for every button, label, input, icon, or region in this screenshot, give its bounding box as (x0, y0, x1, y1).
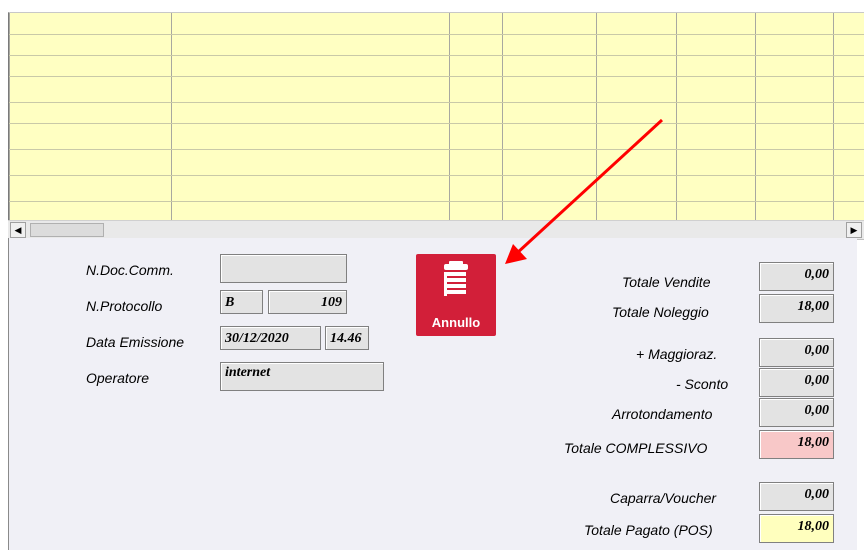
grid-row-divider (9, 149, 864, 150)
totale-pagato-label: Totale Pagato (POS) (584, 522, 713, 538)
data-emissione-time-field[interactable]: 14.46 (325, 326, 369, 350)
nprot-number-field[interactable]: 109 (268, 290, 347, 314)
grid-column-divider (171, 13, 172, 221)
grid-row-divider (9, 34, 864, 35)
totale-complessivo-label: Totale COMPLESSIVO (564, 440, 708, 456)
grid-column-divider (676, 13, 677, 221)
ndoc-field[interactable] (220, 254, 347, 283)
scroll-left-arrow-icon[interactable]: ◀ (10, 222, 26, 238)
grid-column-divider (833, 13, 834, 221)
annullo-button[interactable]: Annullo (416, 254, 496, 336)
nprot-label: N.Protocollo (86, 298, 163, 314)
grid-row-divider (9, 123, 864, 124)
grid-column-divider (9, 13, 10, 221)
trash-icon (444, 261, 468, 296)
data-emissione-label: Data Emissione (86, 334, 185, 350)
grid-column-divider (755, 13, 756, 221)
grid-row-divider (9, 55, 864, 56)
sconto-field: 0,00 (759, 368, 834, 397)
arrotondamento-field: 0,00 (759, 398, 834, 427)
totale-pagato-field[interactable]: 18,00 (759, 514, 834, 543)
grid-row-divider (9, 201, 864, 202)
grid-row-divider (9, 76, 864, 77)
totale-vendite-field: 0,00 (759, 262, 834, 291)
totale-noleggio-field: 18,00 (759, 294, 834, 323)
nprot-series-field[interactable]: B (220, 290, 263, 314)
grid-column-divider (449, 13, 450, 221)
caparra-field[interactable]: 0,00 (759, 482, 834, 511)
arrotondamento-label: Arrotondamento (612, 406, 713, 422)
grid-row-divider (9, 175, 864, 176)
sconto-label: - Sconto (676, 376, 729, 392)
totale-complessivo-field: 18,00 (759, 430, 834, 459)
caparra-label: Caparra/Voucher (610, 490, 717, 506)
operatore-label: Operatore (86, 370, 150, 386)
grid-row-divider (9, 102, 864, 103)
ndoc-label: N.Doc.Comm. (86, 262, 174, 278)
maggioraz-label: + Maggioraz. (636, 346, 718, 362)
scroll-right-arrow-icon[interactable]: ▶ (846, 222, 862, 238)
data-emissione-date-field[interactable]: 30/12/2020 (220, 326, 321, 350)
data-grid[interactable] (8, 12, 864, 221)
grid-column-divider (502, 13, 503, 221)
totale-noleggio-label: Totale Noleggio (612, 304, 709, 320)
horizontal-scrollbar[interactable]: ◀ ▶ (8, 220, 864, 240)
maggioraz-field: 0,00 (759, 338, 834, 367)
scrollbar-thumb[interactable] (30, 223, 104, 237)
grid-column-divider (596, 13, 597, 221)
annullo-label: Annullo (431, 315, 481, 330)
totale-vendite-label: Totale Vendite (622, 274, 711, 290)
operatore-field[interactable]: internet (220, 362, 384, 391)
